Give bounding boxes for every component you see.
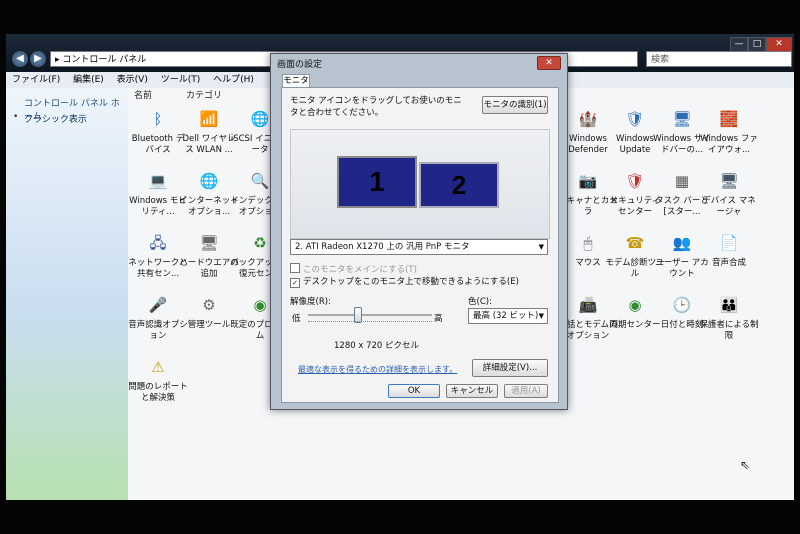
network-icon: 🖧 <box>149 233 167 252</box>
control-panel-item-label: デバイス マネージャ <box>702 196 756 217</box>
mouse-cursor: ⇖ <box>740 458 751 472</box>
control-panel-item[interactable]: 📄 音声合成 <box>699 230 759 269</box>
defender-icon: 🏰 <box>578 109 598 128</box>
menu-help[interactable]: ヘルプ(H) <box>213 75 254 85</box>
speech-synthesis-icon: 📄 <box>719 233 739 252</box>
color-label: 色(C): <box>468 297 492 307</box>
cancel-button[interactable]: キャンセル <box>446 384 498 398</box>
windows-update-icon: 🛡 <box>625 109 645 128</box>
control-panel-item-label: 音声合成 <box>711 258 746 268</box>
dialog-title: 画面の設定 <box>277 60 323 70</box>
help-link[interactable]: 最適な表示を得るための詳細を表示します。 <box>298 364 457 375</box>
scanner-camera-icon: 📷 <box>578 171 598 190</box>
wireless-icon: 📶 <box>199 109 219 128</box>
add-hardware-icon: 🖥 <box>199 233 219 252</box>
control-panel-item[interactable]: ⚠ 問題のレポートと解決策 <box>128 354 188 404</box>
modem-diagnostic-icon: ☎ <box>625 233 645 252</box>
security-center-icon: 🛡 <box>625 171 645 190</box>
task-pane: コントロール パネル ホーム • クラシック表示 <box>6 88 128 500</box>
user-accounts-icon: 👥 <box>672 233 692 252</box>
ok-button[interactable]: OK <box>388 384 440 398</box>
parental-controls-icon: 👪 <box>719 295 739 314</box>
monitor-arrangement: 1 2 <box>290 129 550 239</box>
control-panel-item[interactable]: 🧱 Windows ファイアウォ... <box>699 106 759 156</box>
control-panel-item[interactable]: 👪 保護者による制限 <box>699 292 759 342</box>
resolution-value: 1280 x 720 ピクセル <box>334 341 419 351</box>
bullet: • <box>13 112 19 122</box>
chevron-down-icon: ▼ <box>538 312 544 320</box>
device-manager-icon: 🖥 <box>719 171 739 190</box>
display-select-value: 2. ATI Radeon X1270 上の 汎用 PnP モニタ <box>295 242 470 252</box>
control-panel-item-label: 保護者による制限 <box>699 320 759 341</box>
color-depth-select[interactable]: 最高 (32 ビット) ▼ <box>468 308 548 324</box>
checkmark-icon: ✓ <box>290 278 300 288</box>
primary-checkbox-label: このモニタをメインにする(T) <box>303 265 417 275</box>
date-time-icon: 🕒 <box>672 295 692 314</box>
close-button[interactable]: ✕ <box>766 37 792 52</box>
control-panel-item[interactable]: 🖥 デバイス マネージャ <box>699 168 759 218</box>
display-settings-dialog: 画面の設定 ✕ モニタ モニタ アイコンをドラッグしてお使いのモニタと合わせてく… <box>270 53 568 410</box>
minimize-button[interactable]: — <box>730 37 748 52</box>
checkbox-box <box>290 263 300 273</box>
color-depth-value: 最高 (32 ビット) <box>473 311 539 321</box>
extend-desktop-checkbox[interactable]: ✓ デスクトップをこのモニタ上で移動できるようにする(E) <box>290 277 519 288</box>
chevron-down-icon: ▼ <box>538 243 544 251</box>
resolution-slider-track[interactable] <box>308 314 432 316</box>
control-panel-item-label: Windows ファイアウォ... <box>700 134 758 155</box>
slider-ticks <box>308 321 432 325</box>
speech-icon: 🎤 <box>148 295 168 314</box>
mobility-icon: 💻 <box>148 171 168 190</box>
sync-center-icon: ◉ <box>628 295 642 314</box>
primary-monitor-checkbox[interactable]: このモニタをメインにする(T) <box>290 263 417 276</box>
problem-reports-icon: ⚠ <box>151 357 165 376</box>
extend-checkbox-label: デスクトップをこのモニタ上で移動できるようにする(E) <box>303 277 519 287</box>
advanced-settings-button[interactable]: 詳細設定(V)... <box>472 359 548 377</box>
resolution-high-label: 高 <box>434 314 443 324</box>
column-category[interactable]: カテゴリ <box>186 88 222 101</box>
sidebar-icon: 🖥 <box>672 109 692 128</box>
monitor-2[interactable]: 2 <box>419 162 499 208</box>
back-button[interactable]: ◀ <box>12 51 28 67</box>
resolution-label: 解像度(R): <box>290 297 331 307</box>
maximize-button[interactable]: □ <box>748 37 766 52</box>
monitor-panel: モニタ アイコンをドラッグしてお使いのモニタと合わせてください。 モニタの識別(… <box>281 87 559 403</box>
instruction-text: モニタ アイコンをドラッグしてお使いのモニタと合わせてください。 <box>290 96 462 118</box>
column-name[interactable]: 名前 <box>134 88 152 101</box>
classic-view-link[interactable]: クラシック表示 <box>24 112 87 125</box>
bluetooth-icon: ᛒ <box>153 109 163 128</box>
control-panel-item-label: 問題のレポートと解決策 <box>128 382 188 403</box>
taskbar-icon: ▦ <box>674 171 690 190</box>
menu-file[interactable]: ファイル(F) <box>12 75 60 85</box>
identify-monitors-button[interactable]: モニタの識別(1) <box>482 96 548 114</box>
menu-tools[interactable]: ツール(T) <box>161 75 201 85</box>
tab-monitor[interactable]: モニタ <box>282 74 310 88</box>
monitor-1[interactable]: 1 <box>337 156 417 208</box>
search-input[interactable]: 検索 <box>646 51 792 67</box>
menu-edit[interactable]: 編集(E) <box>73 75 104 85</box>
phone-modem-icon: 📠 <box>578 295 598 314</box>
firewall-icon: 🧱 <box>719 109 739 128</box>
resolution-low-label: 低 <box>292 314 301 324</box>
mouse-icon: 🖱 <box>583 233 593 252</box>
admin-tools-icon: ⚙ <box>202 295 216 314</box>
dialog-close-button[interactable]: ✕ <box>537 56 561 70</box>
forward-button[interactable]: ▶ <box>30 51 46 67</box>
apply-button[interactable]: 適用(A) <box>504 384 548 398</box>
menu-view[interactable]: 表示(V) <box>117 75 148 85</box>
display-select[interactable]: 2. ATI Radeon X1270 上の 汎用 PnP モニタ ▼ <box>290 239 548 255</box>
internet-options-icon: 🌐 <box>199 171 219 190</box>
